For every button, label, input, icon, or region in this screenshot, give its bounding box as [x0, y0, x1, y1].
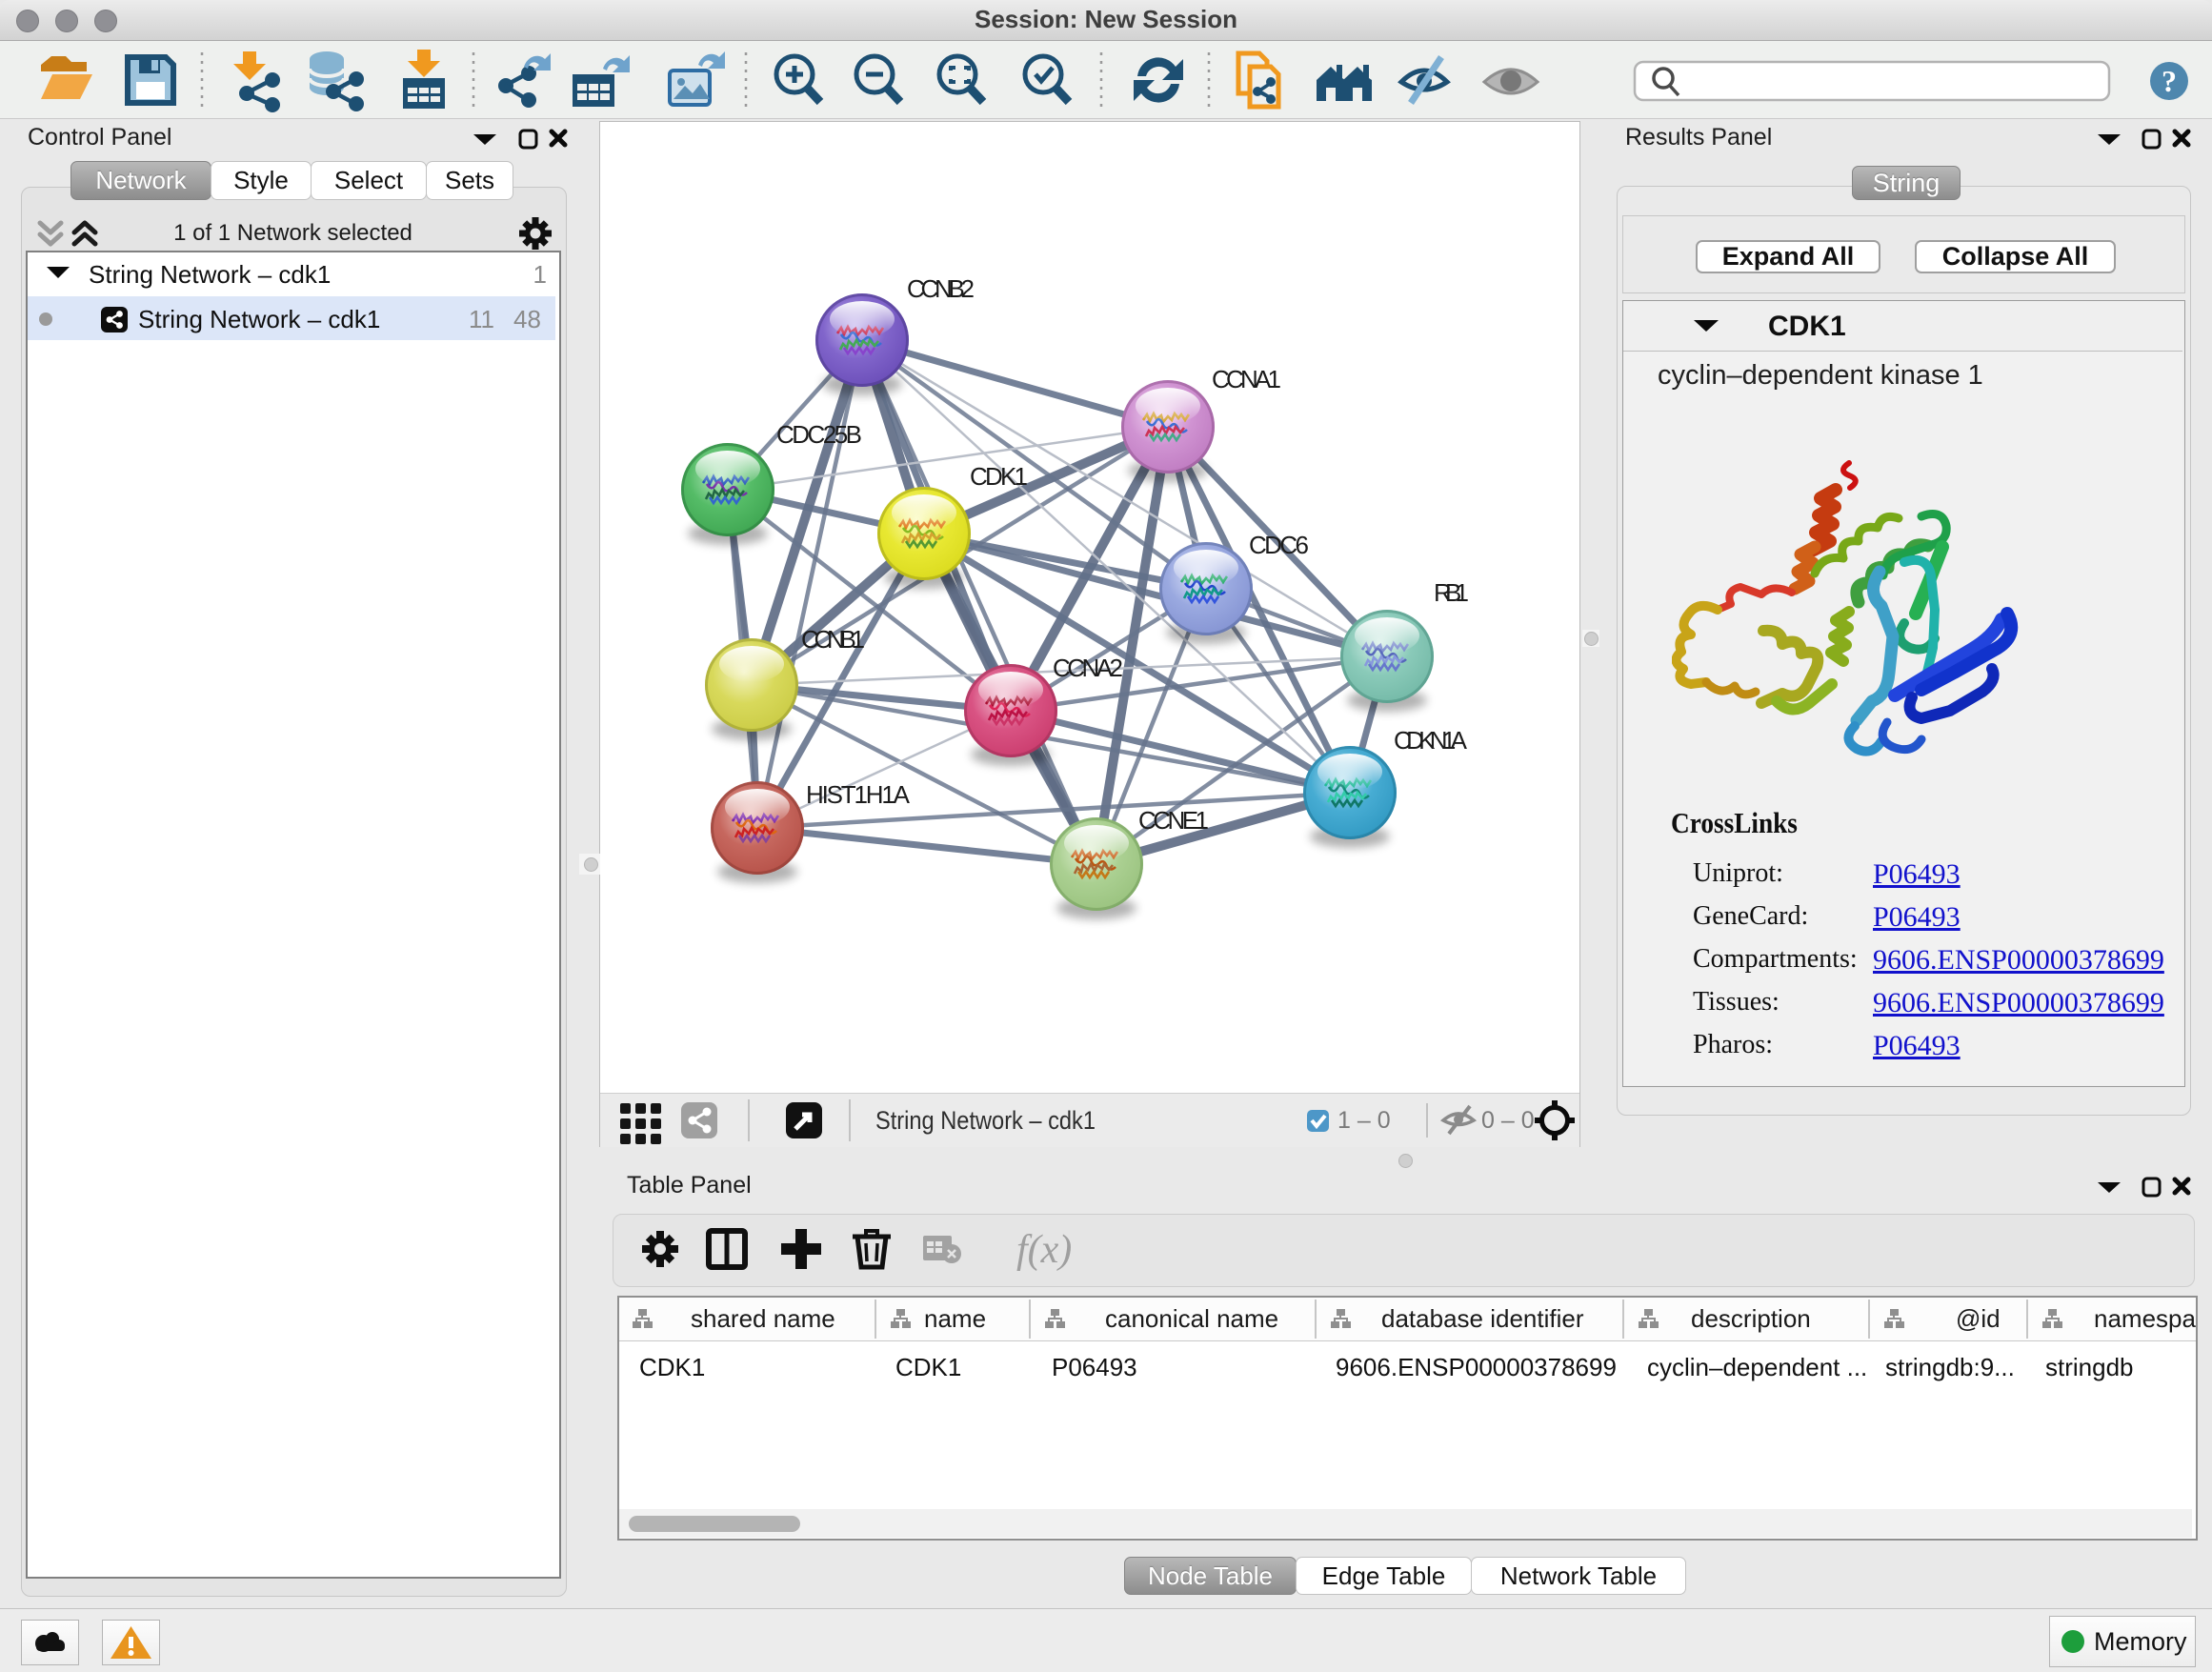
svg-text:CDKN1A: CDKN1A — [1394, 726, 1468, 755]
svg-text:RB1: RB1 — [1434, 578, 1469, 607]
svg-text:CDC6: CDC6 — [1249, 531, 1309, 559]
svg-text:CDK1: CDK1 — [970, 462, 1028, 491]
svg-text:CCNA1: CCNA1 — [1212, 365, 1281, 393]
svg-text:name: name — [924, 1304, 986, 1333]
svg-text:0 – 0: 0 – 0 — [1481, 1107, 1535, 1134]
svg-text:@id: @id — [1956, 1304, 2001, 1333]
svg-text:database identifier: database identifier — [1381, 1304, 1584, 1333]
svg-text:String Network – cdk1: String Network – cdk1 — [875, 1106, 1096, 1135]
svg-text:CCNB1: CCNB1 — [801, 625, 865, 654]
svg-text:description: description — [1691, 1304, 1811, 1333]
svg-text:?: ? — [2162, 64, 2177, 98]
svg-text:1 – 0: 1 – 0 — [1337, 1107, 1391, 1134]
svg-text:f(x): f(x) — [1016, 1228, 1072, 1272]
svg-text:HIST1H1A: HIST1H1A — [806, 780, 911, 809]
svg-text:shared name: shared name — [691, 1304, 835, 1333]
svg-text:CCNA2: CCNA2 — [1053, 654, 1123, 682]
svg-text:CDC25B: CDC25B — [776, 420, 862, 449]
svg-text:canonical name: canonical name — [1105, 1304, 1278, 1333]
svg-text:namespace: namespace — [2094, 1304, 2196, 1333]
svg-text:CCNE1: CCNE1 — [1138, 806, 1209, 835]
svg-text:CCNB2: CCNB2 — [907, 274, 975, 303]
